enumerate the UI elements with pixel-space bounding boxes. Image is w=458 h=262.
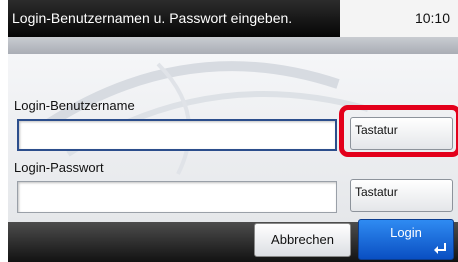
login-screen: Login-Benutzernamen u. Passwort eingeben… [8, 0, 458, 262]
cancel-button[interactable]: Abbrechen [254, 223, 351, 257]
password-input[interactable] [17, 181, 337, 213]
screen-title: Login-Benutzernamen u. Passwort eingeben… [8, 0, 340, 37]
login-button-label: Login [390, 225, 422, 240]
password-label: Login-Passwort [14, 160, 104, 175]
enter-icon [434, 243, 446, 254]
header-divider [8, 37, 458, 54]
username-input[interactable] [17, 119, 337, 151]
login-button[interactable]: Login [358, 219, 454, 260]
password-keyboard-button[interactable]: Tastatur [350, 179, 453, 212]
username-label: Login-Benutzername [14, 98, 135, 113]
title-bar: Login-Benutzernamen u. Passwort eingeben… [8, 0, 458, 37]
keyboard-button-highlight [339, 105, 458, 157]
clock: 10:10 [414, 10, 450, 26]
